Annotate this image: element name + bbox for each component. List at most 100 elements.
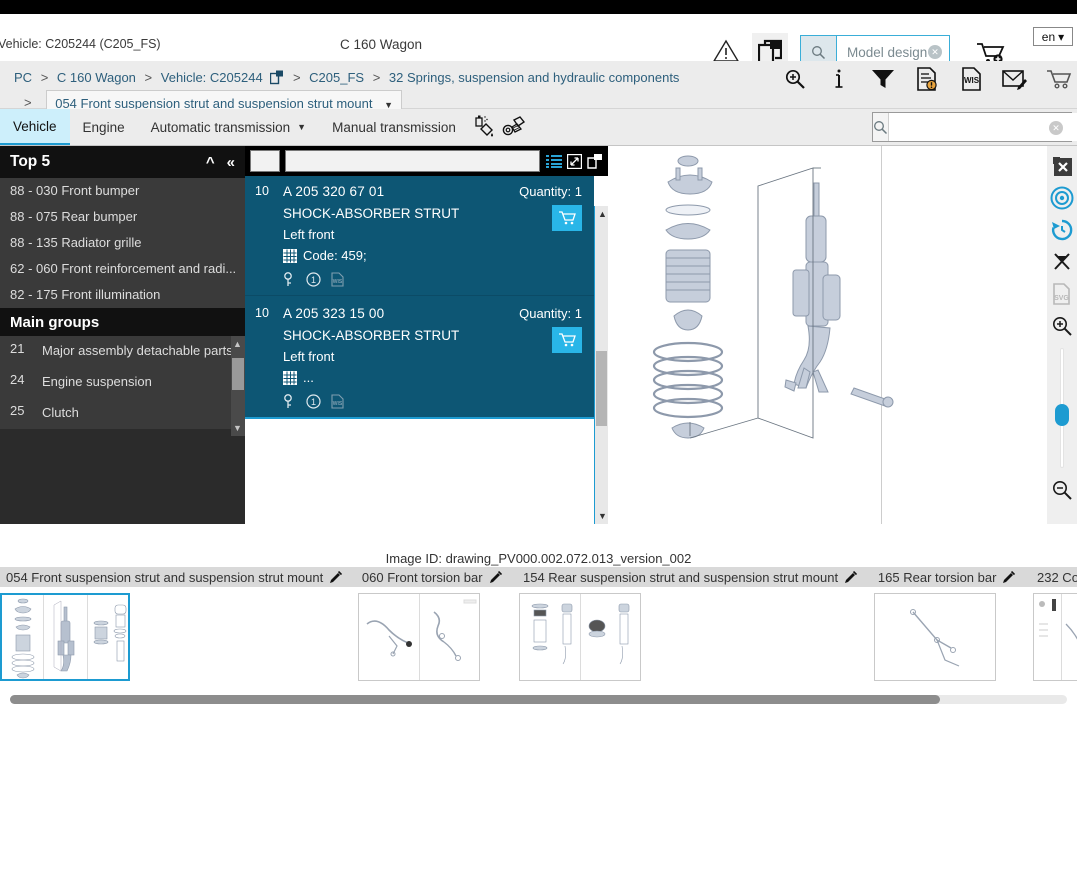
thumbnail-header: 054 Front suspension strut and suspensio… bbox=[0, 567, 356, 587]
envelope-edit-icon[interactable] bbox=[1001, 65, 1029, 93]
cart-icon[interactable] bbox=[1045, 65, 1073, 93]
scrollbar-thumb[interactable] bbox=[596, 351, 607, 426]
sidebar-item-top5-3[interactable]: 62 - 060 Front reinforcement and radi... bbox=[0, 256, 245, 282]
sidebar-group-24[interactable]: 24 Engine suspension bbox=[0, 367, 245, 398]
global-search[interactable]: ✕ bbox=[872, 112, 1077, 142]
language-selector[interactable]: en ▾ bbox=[1033, 27, 1073, 46]
double-chevron-left-icon[interactable]: « bbox=[227, 154, 235, 171]
thumbnail-item-0[interactable]: 054 Front suspension strut and suspensio… bbox=[0, 567, 356, 687]
scroll-up-arrow-icon[interactable]: ▲ bbox=[598, 209, 607, 219]
wis-icon[interactable]: WIS bbox=[331, 272, 344, 287]
scrollbar-thumb[interactable] bbox=[232, 358, 244, 390]
breadcrumb-item-4[interactable]: 32 Springs, suspension and hydraulic com… bbox=[389, 70, 680, 85]
zoom-out-icon[interactable] bbox=[1048, 474, 1076, 506]
quantity-block: Quantity: 1 bbox=[519, 184, 582, 231]
main-content: Top 5 ^ « 88 - 030 Front bumper 88 - 075… bbox=[0, 146, 1077, 524]
scroll-down-arrow-icon[interactable]: ▼ bbox=[598, 511, 607, 521]
clear-icon[interactable]: ✕ bbox=[1049, 121, 1063, 135]
sidebar-item-top5-4[interactable]: 82 - 175 Front illumination bbox=[0, 282, 245, 308]
breadcrumb-copy-icon[interactable] bbox=[270, 70, 284, 85]
parts-filter-input[interactable] bbox=[285, 150, 540, 172]
quantity-block: Quantity: 1 bbox=[519, 306, 582, 353]
thumbnail-horizontal-scrollbar[interactable] bbox=[10, 695, 1067, 704]
table-icon[interactable] bbox=[283, 370, 297, 385]
tab-automatic-transmission[interactable]: Automatic transmission ▼ bbox=[138, 109, 319, 145]
sidebar-group-25[interactable]: 25 Clutch bbox=[0, 398, 245, 429]
warning-triangle-icon[interactable] bbox=[712, 39, 740, 63]
thumbnail-item-4[interactable]: 232 Con bbox=[1031, 567, 1077, 687]
edit-icon[interactable] bbox=[329, 570, 343, 584]
breadcrumb-item-2[interactable]: Vehicle: C205244 bbox=[161, 70, 263, 85]
thumbnail-item-1[interactable]: 060 Front torsion bar bbox=[355, 567, 517, 687]
table-icon[interactable] bbox=[283, 248, 297, 263]
thumbnail-image[interactable] bbox=[873, 593, 996, 681]
breadcrumb-item-1[interactable]: C 160 Wagon bbox=[57, 70, 136, 85]
key-icon[interactable] bbox=[283, 272, 296, 287]
scrollbar-thumb[interactable] bbox=[10, 695, 940, 704]
breadcrumb-item-3[interactable]: C205_FS bbox=[309, 70, 364, 85]
search-icon[interactable] bbox=[873, 113, 889, 141]
scroll-down-arrow-icon[interactable]: ▼ bbox=[233, 423, 242, 433]
vehicle-header: Vehicle: C205244 (C205_FS) C 160 Wagon M… bbox=[0, 14, 1077, 70]
info-icon[interactable] bbox=[825, 65, 853, 93]
breadcrumb-item-0[interactable]: PC bbox=[14, 70, 32, 85]
main-groups-header: Main groups bbox=[0, 308, 245, 336]
unpin-icon[interactable] bbox=[1048, 246, 1076, 278]
document-alert-icon[interactable] bbox=[913, 65, 941, 93]
clear-icon[interactable]: ✕ bbox=[928, 45, 942, 59]
thumbnail-image[interactable] bbox=[1033, 593, 1077, 681]
duplicate-icon[interactable] bbox=[587, 153, 603, 169]
sidebar-group-21[interactable]: 21 Major assembly detachable parts bbox=[0, 336, 245, 367]
tab-manual-transmission[interactable]: Manual transmission bbox=[319, 109, 469, 145]
svg-text:WIS: WIS bbox=[963, 76, 979, 85]
close-icon[interactable] bbox=[1048, 150, 1076, 182]
breadcrumb-separator: > bbox=[144, 70, 153, 85]
scroll-up-arrow-icon[interactable]: ▲ bbox=[233, 339, 242, 349]
sidebar-scrollbar[interactable]: ▲ ▼ bbox=[231, 336, 245, 436]
zoom-slider-knob[interactable] bbox=[1055, 404, 1069, 426]
expand-icon[interactable] bbox=[567, 153, 582, 169]
parts-list-item-1[interactable]: Quantity: 1 10 A 205 323 15 00 SHOCK-ABS… bbox=[245, 296, 594, 419]
svg-export-icon[interactable]: SVG bbox=[1048, 278, 1076, 310]
thumbnail-item-3[interactable]: 165 Rear torsion bar bbox=[871, 567, 1031, 687]
tab-engine[interactable]: Engine bbox=[70, 109, 138, 145]
parts-select-box[interactable] bbox=[250, 150, 280, 172]
sidebar-item-top5-1[interactable]: 88 - 075 Rear bumper bbox=[0, 204, 245, 230]
edit-icon[interactable] bbox=[844, 570, 858, 584]
thumbnail-image[interactable] bbox=[0, 593, 130, 681]
history-reset-icon[interactable] bbox=[1048, 214, 1076, 246]
sidebar-item-top5-0[interactable]: 88 - 030 Front bumper bbox=[0, 178, 245, 204]
bolt-tool-icon[interactable] bbox=[499, 109, 529, 145]
zoom-slider[interactable] bbox=[1055, 348, 1069, 468]
svg-text:1: 1 bbox=[311, 397, 316, 407]
thumbnail-item-2[interactable]: 154 Rear suspension strut and suspension… bbox=[516, 567, 872, 687]
thumbnail-image[interactable] bbox=[357, 593, 480, 681]
paint-spray-icon[interactable] bbox=[469, 109, 499, 145]
filter-icon[interactable] bbox=[869, 65, 897, 93]
tab-vehicle[interactable]: Vehicle bbox=[0, 109, 70, 145]
info-circle-icon[interactable]: 1 bbox=[306, 272, 321, 287]
wis-document-icon[interactable]: WIS bbox=[957, 65, 985, 93]
diagram-viewer[interactable]: 100 80 70 60 50 40 30 20 10 260 250 bbox=[608, 146, 1077, 524]
part-position: 10 bbox=[255, 184, 269, 198]
parts-list-item-0[interactable]: Quantity: 1 10 A 205 320 67 01 SHOCK-ABS… bbox=[245, 176, 594, 296]
chevron-up-icon[interactable]: ^ bbox=[206, 154, 215, 171]
sidebar-item-top5-2[interactable]: 88 - 135 Radiator grille bbox=[0, 230, 245, 256]
thumbnail-image[interactable] bbox=[518, 593, 641, 681]
edit-icon[interactable] bbox=[1002, 570, 1016, 584]
thumbnail-strip: 054 Front suspension strut and suspensio… bbox=[0, 567, 1077, 707]
add-to-cart-button[interactable] bbox=[552, 327, 582, 353]
key-icon[interactable] bbox=[283, 394, 296, 409]
wis-icon[interactable]: WIS bbox=[331, 394, 344, 409]
breadcrumb-bar: PC > C 160 Wagon > Vehicle: C205244 > C2… bbox=[0, 61, 1077, 119]
target-icon[interactable] bbox=[1048, 182, 1076, 214]
info-circle-icon[interactable]: 1 bbox=[306, 394, 321, 409]
parts-scrollbar[interactable]: ▲ ▼ bbox=[594, 206, 608, 524]
zoom-search-icon[interactable] bbox=[781, 65, 809, 93]
edit-icon[interactable] bbox=[489, 570, 502, 584]
zoom-in-icon[interactable] bbox=[1048, 310, 1076, 342]
list-view-icon[interactable] bbox=[546, 154, 562, 169]
language-value: en bbox=[1041, 29, 1056, 44]
add-to-cart-button[interactable] bbox=[552, 205, 582, 231]
parts-list: Quantity: 1 10 A 205 320 67 01 SHOCK-ABS… bbox=[245, 176, 608, 524]
